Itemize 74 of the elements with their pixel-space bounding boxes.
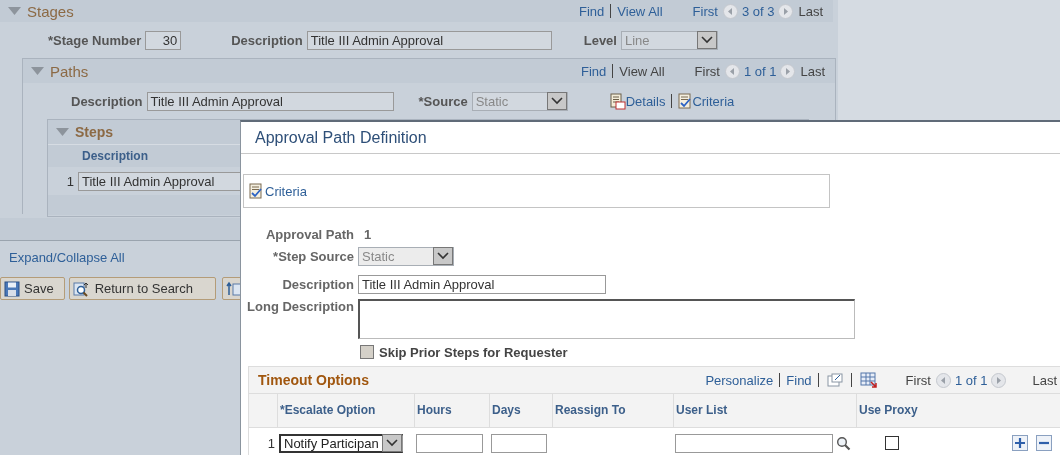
field-label: Long Description: [246, 299, 354, 314]
nav-link[interactable]: View All: [617, 3, 663, 19]
dialog-title: Approval Path Definition: [241, 122, 1060, 154]
days-field[interactable]: [491, 433, 547, 453]
next-icon[interactable]: [778, 3, 794, 19]
collapse-icon[interactable]: [8, 7, 21, 15]
description-field[interactable]: Title III Admin Approval: [306, 30, 552, 50]
dropdown-icon[interactable]: [382, 434, 402, 452]
nav-link[interactable]: Find: [786, 372, 812, 388]
escalate-option-dropdown[interactable]: Notify Participan: [279, 433, 403, 453]
checkbox-label: Skip Prior Steps for Requester: [379, 344, 568, 360]
previous-icon[interactable]: [724, 63, 740, 79]
first-link[interactable]: First: [692, 3, 718, 19]
magnifier-icon: [72, 280, 91, 297]
column-header: Hours: [414, 394, 489, 427]
column-header: Days: [489, 394, 552, 427]
field-label: Level: [583, 32, 617, 48]
link[interactable]: Details: [625, 93, 666, 109]
document-icon[interactable]: [609, 92, 626, 110]
row-number: 1: [266, 435, 276, 451]
delete-row-icon[interactable]: [1036, 435, 1052, 451]
column-header: User List: [673, 394, 856, 427]
stage-number-field[interactable]: 30: [145, 30, 182, 50]
section-title: Steps: [75, 124, 114, 140]
checkbox[interactable]: [360, 345, 374, 359]
row-count: 3 of 3: [741, 3, 775, 19]
column-header: *Escalate Option: [277, 394, 414, 427]
column-header: Reassign To: [552, 394, 673, 427]
toolbar-button[interactable]: Save: [0, 277, 65, 300]
checklist-icon[interactable]: [249, 183, 263, 199]
link[interactable]: Criteria: [692, 93, 735, 109]
criteria-link[interactable]: Criteria: [265, 183, 307, 199]
hours-field[interactable]: [416, 433, 483, 453]
description-field[interactable]: Title III Admin Approval: [146, 91, 394, 111]
next-icon[interactable]: [991, 372, 1007, 388]
section-title: Paths: [50, 62, 89, 80]
column-header: Description: [81, 149, 148, 163]
field-label: *Step Source: [272, 248, 354, 264]
spreadsheet-icon[interactable]: [859, 372, 878, 388]
previous-icon[interactable]: [935, 372, 951, 388]
user-list-field[interactable]: [675, 433, 833, 453]
column-header: Use Proxy: [856, 394, 1008, 427]
checklist-icon[interactable]: [678, 93, 693, 109]
nav-link[interactable]: Personalize: [705, 372, 774, 388]
arrow-up-icon: [225, 280, 242, 297]
new-window-icon[interactable]: [826, 373, 843, 387]
previous-icon[interactable]: [722, 3, 738, 19]
nav-link[interactable]: Find: [581, 63, 607, 79]
field-label: Description: [281, 276, 354, 292]
field-label: Description: [231, 32, 303, 48]
checkbox[interactable]: [885, 436, 899, 450]
field-label: *Source: [418, 93, 468, 109]
row-count: 1 of 1: [954, 372, 988, 388]
row-count: 1 of 1: [743, 63, 777, 79]
field-label: Approval Path: [264, 226, 354, 242]
row-number: 1: [65, 173, 75, 189]
search-icon[interactable]: [836, 435, 851, 451]
dropdown-icon[interactable]: [433, 247, 453, 265]
approval-path-value: 1: [364, 226, 372, 242]
dropdown-icon[interactable]: [546, 92, 567, 110]
description-field[interactable]: Title III Admin Approval: [358, 274, 606, 294]
section-title: Stages: [27, 2, 74, 20]
next-icon[interactable]: [780, 63, 796, 79]
field-label: Description: [71, 93, 143, 109]
floppy-icon: [4, 280, 20, 297]
add-row-icon[interactable]: [1012, 435, 1028, 451]
toolbar-button[interactable]: Return to Search: [68, 277, 216, 300]
grid-title: Timeout Options: [258, 372, 369, 388]
collapse-icon[interactable]: [56, 128, 69, 136]
nav-link[interactable]: Find: [579, 3, 605, 19]
field-label: *Stage Number: [48, 32, 142, 48]
dropdown-icon[interactable]: [696, 31, 717, 49]
long-description-field[interactable]: [358, 299, 855, 339]
collapse-icon[interactable]: [31, 67, 44, 75]
